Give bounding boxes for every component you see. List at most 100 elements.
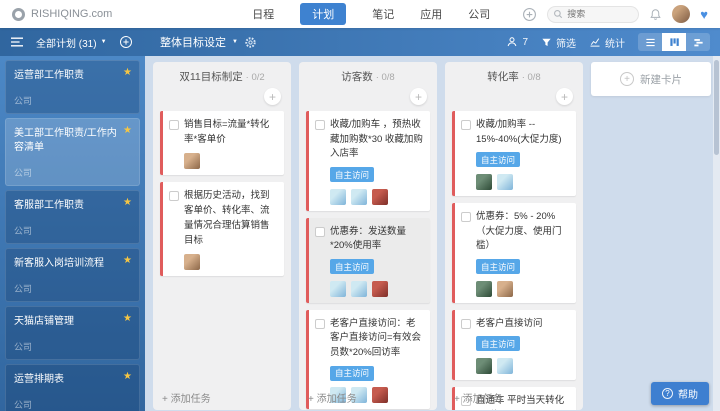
chevron-down-icon: ▼ [100,39,107,45]
column-count: · 0/8 [375,72,395,83]
sidebar-plan-item[interactable]: 新客服入岗培训流程 ★ 公司 [5,248,140,302]
search-box [547,5,640,23]
sidebar-plan-item[interactable]: 运营排期表 ★ 公司 [5,364,140,411]
add-task-label: 添加任务 [462,394,503,405]
list-view-icon [645,38,655,46]
help-button[interactable]: ? 帮助 [651,382,709,405]
board-title-dropdown[interactable]: 整体目标设定 ▼ [160,34,257,50]
gear-icon[interactable] [244,36,257,49]
kanban-view-toggle[interactable] [662,33,686,51]
app-logo[interactable]: RISHIQING.com [12,7,113,21]
nav-schedule[interactable]: 日程 [252,6,274,22]
sidebar-plan-item[interactable]: 客服部工作职责 ★ 公司 [5,190,140,244]
kanban-board: 双11目标制定 · 0/2 + 销售目标=流量*转化率*客单价 根据历史活动，找… [145,56,720,411]
task-checkbox[interactable] [461,211,471,222]
card-list: 销售目标=流量*转化率*客单价 根据历史活动，找到客单价、转化率、流量情况合理估… [153,111,291,277]
add-task-label: 添加任务 [316,394,357,405]
add-task-button[interactable]: + 添加任务 [308,390,357,405]
timeline-view-icon [693,38,703,46]
star-icon[interactable]: ★ [123,198,132,208]
column-title: 转化率 [487,71,519,83]
task-card[interactable]: 根据历史活动，找到客单价、转化率、流量情况合理估算销售目标 [160,182,284,277]
stats-button[interactable]: 统计 [589,35,625,50]
avatar [372,188,388,205]
avatar [351,280,367,297]
add-card-icon[interactable]: + [264,88,281,105]
search-icon [554,10,563,19]
logo-text: RISHIQING.com [31,8,113,20]
member-icon [508,37,517,47]
avatar [476,280,492,297]
members-button[interactable]: 7 [506,36,528,48]
avatar [372,280,388,297]
star-icon[interactable]: ★ [123,314,132,324]
avatar [351,188,367,205]
column-header: 双11目标制定 · 0/2 [153,62,291,85]
plan-title: 运营部工作职责 [14,70,84,81]
task-card[interactable]: 优惠券：5% - 20% （大促力度、使用门槛） 自主访问 [452,202,576,303]
nav-company[interactable]: 公司 [468,6,490,22]
scrollbar-thumb[interactable] [714,60,719,155]
add-card-icon[interactable]: + [410,88,427,105]
board-toolbar: 全部计划 (31) ▼ 整体目标设定 ▼ 7 筛选 统计 [0,28,720,56]
nav-apps[interactable]: 应用 [420,6,442,22]
task-card[interactable]: 老客户直接访问 自主访问 [452,309,576,380]
avatar [497,173,513,190]
task-checkbox[interactable] [315,318,325,329]
sidebar-plan-item[interactable]: 美工部工作职责/工作内容清单 ★ 公司 [5,118,140,186]
add-task-button[interactable]: + 添加任务 [454,390,503,405]
column-count: · 0/2 [245,72,265,83]
task-checkbox[interactable] [461,318,471,329]
task-checkbox[interactable] [461,120,471,130]
vip-heart-icon[interactable]: ♥ [700,8,708,21]
task-text: 销售目标=流量*转化率*客单价 [184,119,270,145]
column-header: 转化率 · 0/8 [445,62,583,85]
filter-label: 筛选 [556,38,576,50]
user-avatar[interactable] [672,5,691,23]
sidebar-plan-item[interactable]: 运营部工作职责 ★ 公司 [5,60,140,114]
menu-icon[interactable] [10,36,24,48]
add-circle-icon[interactable] [522,7,537,22]
star-icon[interactable]: ★ [123,372,132,382]
new-card-column-button[interactable]: + 新建卡片 [591,62,711,96]
plan-org: 公司 [14,168,33,178]
star-icon[interactable]: ★ [123,68,132,78]
filter-button[interactable]: 筛选 [541,35,576,50]
task-text: 老客户直接访问：老客户直接访问=有效会员数*20%回访率 [330,317,422,359]
star-icon[interactable]: ★ [123,256,132,266]
avatar [184,153,200,170]
task-card[interactable]: 收藏/加购车 ，预热收藏加购数*30 收藏加购入店率 自主访问 [306,111,430,211]
nav-plan[interactable]: 计划 [300,3,347,25]
add-task-button[interactable]: + 添加任务 [162,390,211,405]
add-plan-icon[interactable] [119,35,133,49]
list-view-toggle[interactable] [638,33,662,51]
plan-title: 客服部工作职责 [14,200,84,211]
plans-sidebar: 运营部工作职责 ★ 公司 美工部工作职责/工作内容清单 ★ 公司 客服部工作职责… [0,56,145,411]
vertical-scrollbar[interactable] [713,56,720,411]
main-nav: 日程 计划 笔记 应用 公司 [252,3,490,25]
avatar [476,357,492,374]
task-checkbox[interactable] [315,226,325,237]
task-text: 老客户直接访问 [476,317,543,329]
timeline-view-toggle[interactable] [686,33,710,51]
task-text: 收藏/加购率 -- 15%-40%(大促力度) [476,119,562,145]
bell-icon[interactable] [649,8,662,21]
nav-notes[interactable]: 笔记 [372,6,394,22]
help-label: 帮助 [678,390,698,401]
kanban-column-conversion: 转化率 · 0/8 + 收藏/加购率 -- 15%-40%(大促力度) 自主访问 [445,62,583,410]
task-checkbox[interactable] [169,120,179,130]
task-card[interactable]: 销售目标=流量*转化率*客单价 [160,111,284,176]
task-text: 收藏/加购车 ，预热收藏加购数*30 收藏加购入店率 [330,119,423,160]
task-card[interactable]: 收藏/加购率 -- 15%-40%(大促力度) 自主访问 [452,111,576,196]
sidebar-plan-item[interactable]: 天猫店铺管理 ★ 公司 [5,306,140,360]
plus-icon: + [620,72,634,86]
task-checkbox[interactable] [169,191,179,202]
plans-dropdown[interactable]: 全部计划 (31) ▼ [36,35,107,50]
task-checkbox[interactable] [315,120,325,130]
task-card[interactable]: 优惠券：发送数量*20%使用率 自主访问 [306,217,430,303]
avatar [184,254,200,271]
star-icon[interactable]: ★ [123,126,132,136]
add-card-icon[interactable]: + [556,88,573,105]
view-toggle-group [638,33,710,51]
chart-icon [590,38,600,47]
